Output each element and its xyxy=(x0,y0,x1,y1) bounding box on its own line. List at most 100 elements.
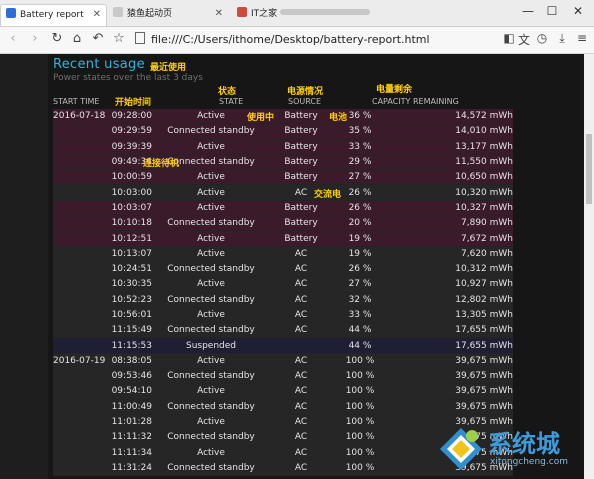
cell-capacity: 39,675 mWh xyxy=(388,383,513,400)
cell-time: 11:31:24 xyxy=(110,460,152,477)
cell-source: AC xyxy=(270,368,332,385)
address-bar: ‹ › ↻ ⌂ ↶ ☆ file:///C:/Users/ithome/Desk… xyxy=(0,27,594,54)
cell-source: AC xyxy=(270,307,332,324)
minimize-button[interactable]: — xyxy=(516,4,540,18)
column-header-start-time: START TIME xyxy=(53,97,100,106)
cell-percent: 100 % xyxy=(332,460,388,477)
vertical-scrollbar[interactable] xyxy=(584,54,594,479)
cell-capacity: 12,802 mWh xyxy=(388,292,513,308)
cell-time: 10:10:18 xyxy=(110,215,152,232)
cell-capacity: 17,655 mWh xyxy=(388,337,513,354)
cell-date xyxy=(53,383,110,400)
cell-source: Battery xyxy=(270,154,332,171)
close-tab-icon[interactable]: ✕ xyxy=(215,4,223,24)
table-row: 10:24:51 Connected standby AC 26 % 10,312 mW… xyxy=(53,261,513,278)
cell-state: Active xyxy=(152,246,270,262)
tab-ithome[interactable]: IT之家 xyxy=(232,4,372,26)
cell-source: Battery xyxy=(270,215,332,232)
page-favicon-icon xyxy=(237,7,247,17)
cell-time: 10:24:51 xyxy=(110,261,152,278)
table-row: 09:29:59 Connected standby Battery 35 % 14,0… xyxy=(53,123,513,140)
watermark-text: 系统城 xyxy=(488,430,560,458)
cell-time: 08:38:05 xyxy=(110,353,152,370)
cell-percent: 33 % xyxy=(332,139,388,155)
cell-time: 09:39:39 xyxy=(110,139,152,155)
cell-date xyxy=(53,292,110,308)
cell-state: Connected standby xyxy=(152,292,270,308)
cell-state: Active xyxy=(152,184,270,201)
table-row: 10:12:51 Active Battery 19 % 7,672 mWh xyxy=(53,230,513,247)
cell-capacity: 7,672 mWh xyxy=(388,230,513,247)
table-row: 09:49:34 Connected standby Battery 29 % 11,5… xyxy=(53,154,513,171)
table-row: 09:54:10 Active AC 100 % 39,675 mWh xyxy=(53,383,513,400)
table-row: 10:13:07 Active AC 19 % 7,620 mWh xyxy=(53,246,513,262)
cell-percent: 100 % xyxy=(332,353,388,370)
recent-usage-table: 2016-07-18 09:28:00 Active Battery 36 % 14,57… xyxy=(53,109,513,477)
undo-icon[interactable]: ↶ xyxy=(89,31,107,46)
cell-capacity: 39,675 mWh xyxy=(388,399,513,415)
cell-capacity: 14,010 mWh xyxy=(388,123,513,140)
blurred-tab-title xyxy=(280,9,371,15)
cell-time: 10:03:07 xyxy=(110,200,152,217)
cell-time: 10:56:01 xyxy=(110,307,152,324)
annotation-state: 状态 xyxy=(218,87,237,97)
cell-capacity: 7,890 mWh xyxy=(388,215,513,232)
cell-date xyxy=(53,322,110,339)
cell-percent: 100 % xyxy=(332,414,388,431)
cell-date xyxy=(53,123,110,140)
cell-date xyxy=(53,414,110,431)
maximize-button[interactable]: ☐ xyxy=(540,4,564,18)
refresh-icon[interactable]: ↻ xyxy=(48,31,66,46)
annotation-capacity: 电量剩余 xyxy=(376,85,413,95)
column-header-state: STATE xyxy=(219,97,244,106)
cell-date xyxy=(53,184,110,201)
cell-date xyxy=(53,399,110,415)
cell-source: AC xyxy=(270,445,332,461)
scrollbar-thumb[interactable] xyxy=(586,134,592,204)
forward-button[interactable]: › xyxy=(26,31,44,46)
cell-time: 09:54:10 xyxy=(110,383,152,400)
annotation-ac: 交流电 xyxy=(314,190,342,200)
cell-time: 11:01:28 xyxy=(110,414,152,431)
tab-start-page[interactable]: 猿鱼起动页 ✕ xyxy=(108,4,228,26)
cell-state: Suspended xyxy=(152,337,270,354)
battery-report-content: Recent usage 最近使用 Power states over the … xyxy=(48,54,584,479)
annotation-battery: 电池 xyxy=(329,113,348,123)
cell-source: AC xyxy=(270,414,332,431)
cell-time: 09:28:00 xyxy=(110,109,152,125)
cell-percent: 29 % xyxy=(332,154,388,171)
close-window-button[interactable]: ✕ xyxy=(566,4,590,18)
table-row: 09:39:39 Active Battery 33 % 13,177 mWh xyxy=(53,139,513,155)
cell-capacity: 17,655 mWh xyxy=(388,322,513,339)
translate-icon[interactable]: 文 xyxy=(515,31,533,48)
column-header-source: SOURCE xyxy=(288,97,322,106)
url-field[interactable]: file:///C:/Users/ithome/Desktop/battery-… xyxy=(133,30,523,49)
cell-source: AC xyxy=(270,399,332,415)
back-button[interactable]: ‹ xyxy=(4,31,22,46)
close-tab-icon[interactable]: ✕ xyxy=(93,5,101,25)
cell-time: 09:29:59 xyxy=(110,123,152,140)
cell-source: Battery xyxy=(270,109,332,125)
menu-icon[interactable]: ≡ xyxy=(573,31,591,45)
cell-state: Active xyxy=(152,139,270,155)
cell-date xyxy=(53,337,110,354)
bookmark-star-icon[interactable]: ☆ xyxy=(110,31,128,46)
watermark: 系统城 xitongcheng.com xyxy=(438,424,590,478)
cell-percent: 100 % xyxy=(332,368,388,385)
tab-battery-report[interactable]: Battery report ✕ xyxy=(0,4,107,26)
table-row: 10:00:59 Active Battery 27 % 10,650 mWh xyxy=(53,169,513,186)
cell-percent: 44 % xyxy=(332,322,388,339)
cell-date xyxy=(53,261,110,278)
cell-capacity: 13,305 mWh xyxy=(388,307,513,324)
annotation-title: 最近使用 xyxy=(150,63,187,73)
table-row: 2016-07-19 08:38:05 Active AC 100 % 39,675 mW… xyxy=(53,353,513,370)
cell-percent: 19 % xyxy=(332,246,388,262)
download-icon[interactable]: ⤓ xyxy=(553,31,571,46)
cell-percent: 35 % xyxy=(332,123,388,140)
history-icon[interactable]: ◷ xyxy=(533,31,551,45)
cell-state: Active xyxy=(152,414,270,431)
cell-source: AC xyxy=(270,292,332,308)
cell-date xyxy=(53,460,110,477)
home-icon[interactable]: ⌂ xyxy=(68,31,86,46)
cell-source: Battery xyxy=(270,139,332,155)
